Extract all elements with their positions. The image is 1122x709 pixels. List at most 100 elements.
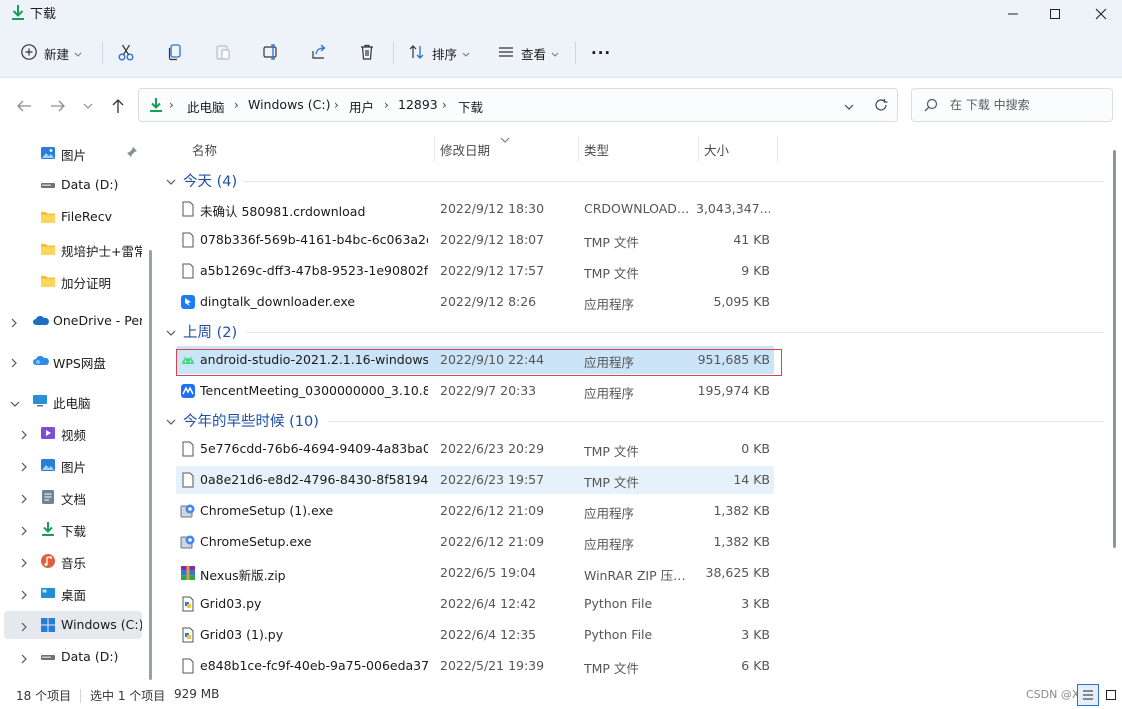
file-row[interactable]: e848b1ce-fc9f-40eb-9a75-006eda37... 2022… [176,652,774,680]
rename-button[interactable] [262,40,280,66]
nav-item-music[interactable]: 音乐 [4,547,142,575]
dingtalk-icon [180,294,196,310]
chevron-right-icon[interactable] [10,316,18,331]
sort-button[interactable]: 排序 [408,40,470,66]
nav-item-data-d-pinned[interactable]: Data (D:) [4,171,142,199]
back-button[interactable] [14,96,34,116]
cloud-icon [32,353,49,369]
column-divider[interactable] [434,136,435,162]
file-row[interactable]: Grid03.py 2022/6/4 12:42 Python File 3 K… [176,590,774,618]
nav-item-documents[interactable]: 文档 [4,483,142,511]
forward-button[interactable] [48,96,68,116]
chevron-right-icon[interactable] [20,492,28,507]
nav-item-windows-c[interactable]: Windows (C:) [4,611,142,639]
minimize-button[interactable] [990,0,1036,28]
chevron-right-icon[interactable] [20,652,28,667]
file-row[interactable]: 078b336f-569b-4161-b4bc-6c063a2d... 2022… [176,226,774,254]
share-button[interactable] [310,40,328,66]
group-header-today[interactable]: 今天 (4) [166,169,237,193]
chevron-right-icon[interactable] [20,588,28,603]
cut-button[interactable] [117,40,135,66]
file-row[interactable]: Grid03 (1).py 2022/6/4 12:35 Python File… [176,621,774,649]
file-row-hover[interactable]: 0a8e21d6-e8d2-4796-8430-8f581949... 2022… [176,466,774,494]
chevron-down-icon[interactable] [10,396,20,411]
chevron-right-icon[interactable] [20,556,28,571]
nav-item-filerecv[interactable]: FileRecv [4,203,142,231]
downloads-icon [10,4,26,22]
nav-item-onedrive[interactable]: OneDrive - Pers [4,307,142,335]
paste-button[interactable] [214,40,232,66]
breadcrumb-user-folder[interactable]: 12893 [398,97,438,112]
nav-item-pictures[interactable]: 图片 [4,451,142,479]
chevron-down-icon [74,46,82,61]
up-button[interactable] [108,96,128,116]
column-divider[interactable] [578,136,579,162]
chevron-right-icon[interactable] [20,620,28,635]
chevron-down-icon[interactable] [844,99,854,114]
chevron-right-icon[interactable] [10,356,18,371]
search-input[interactable] [950,96,1100,114]
nav-item-desktop[interactable]: 桌面 [4,579,142,607]
address-bar[interactable]: › 此电脑 › Windows (C:) › 用户 › 12893 › 下载 [138,88,898,122]
file-row[interactable]: 5e776cdd-76b6-4694-9409-4a83ba0... 2022/… [176,435,774,463]
file-name: Grid03.py [200,596,262,611]
file-row[interactable]: TencentMeeting_0300000000_3.10.8.4... 20… [176,377,774,405]
chevron-right-icon: › [334,98,339,112]
group-header-last-week[interactable]: 上周 (2) [166,320,237,344]
chevron-right-icon[interactable] [20,428,28,443]
file-date: 2022/9/12 8:26 [440,294,537,309]
file-list-scrollbar[interactable] [1113,150,1116,548]
file-name: ChromeSetup.exe [200,534,312,549]
file-date: 2022/9/12 18:30 [440,201,545,216]
file-type: 应用程序 [584,537,635,552]
file-row[interactable]: ChromeSetup (1).exe 2022/6/12 21:09 应用程序… [176,497,774,525]
search-box[interactable] [911,88,1113,122]
file-size: 3,043,347... [696,201,770,216]
file-name: Grid03 (1).py [200,627,284,642]
column-header-name[interactable]: 名称 [192,140,217,159]
copy-button[interactable] [166,40,184,66]
nav-item-downloads[interactable]: 下载 [4,515,142,543]
file-row[interactable]: 未确认 580981.crdownload 2022/9/12 18:30 CR… [176,195,774,223]
file-row[interactable]: a5b1269c-dff3-47b8-9523-1e90802fb... 202… [176,257,774,285]
nav-item-wps-cloud[interactable]: WPS网盘 [4,347,142,375]
arrow-up-icon [112,99,124,113]
file-date: 2022/6/23 20:29 [440,441,545,456]
new-button[interactable]: 新建 [20,40,82,66]
breadcrumb-this-pc[interactable]: 此电脑 [187,97,225,116]
file-row[interactable]: dingtalk_downloader.exe 2022/9/12 8:26 应… [176,288,774,316]
more-options-button[interactable]: ··· [591,40,611,66]
group-header-earlier-this-year[interactable]: 今年的早些时候 (10) [166,409,319,433]
nav-item-data-d[interactable]: Data (D:) [4,643,142,671]
column-header-size[interactable]: 大小 [704,140,729,159]
nav-item-this-pc[interactable]: 此电脑 [4,387,142,415]
chevron-right-icon[interactable] [20,524,28,539]
details-view-button[interactable] [1077,684,1099,706]
nav-item-folder-nurse[interactable]: 规培护士+雷常 [4,235,142,263]
delete-button[interactable] [358,40,376,66]
nav-item-pictures-pinned[interactable]: 图片 [4,139,142,167]
column-divider[interactable] [777,136,778,162]
file-row[interactable]: ChromeSetup.exe 2022/6/12 21:09 应用程序 1,3… [176,528,774,556]
address-row: › 此电脑 › Windows (C:) › 用户 › 12893 › 下载 [0,78,1122,132]
file-type: 应用程序 [584,506,635,521]
recent-locations-button[interactable] [78,96,98,116]
generic-file-icon [180,232,196,248]
nav-scrollbar[interactable] [149,250,152,680]
share-icon [310,43,328,64]
column-header-type[interactable]: 类型 [584,140,609,159]
column-header-date[interactable]: 修改日期 [440,140,490,159]
close-button[interactable] [1078,0,1122,28]
breadcrumb-windows-c[interactable]: Windows (C:) [248,97,330,112]
breadcrumb-downloads[interactable]: 下载 [458,97,483,116]
tiles-view-button[interactable] [1100,684,1122,706]
chevron-right-icon[interactable] [20,460,28,475]
maximize-button[interactable] [1032,0,1078,28]
nav-item-folder-bonus[interactable]: 加分证明 [4,267,142,295]
breadcrumb-users[interactable]: 用户 [349,97,374,116]
view-button[interactable]: 查看 [497,40,559,66]
refresh-icon[interactable] [874,98,888,115]
nav-item-videos[interactable]: 视频 [4,419,142,447]
column-divider[interactable] [698,136,699,162]
file-row[interactable]: Nexus新版.zip 2022/6/5 19:04 WinRAR ZIP 压缩… [176,559,774,587]
